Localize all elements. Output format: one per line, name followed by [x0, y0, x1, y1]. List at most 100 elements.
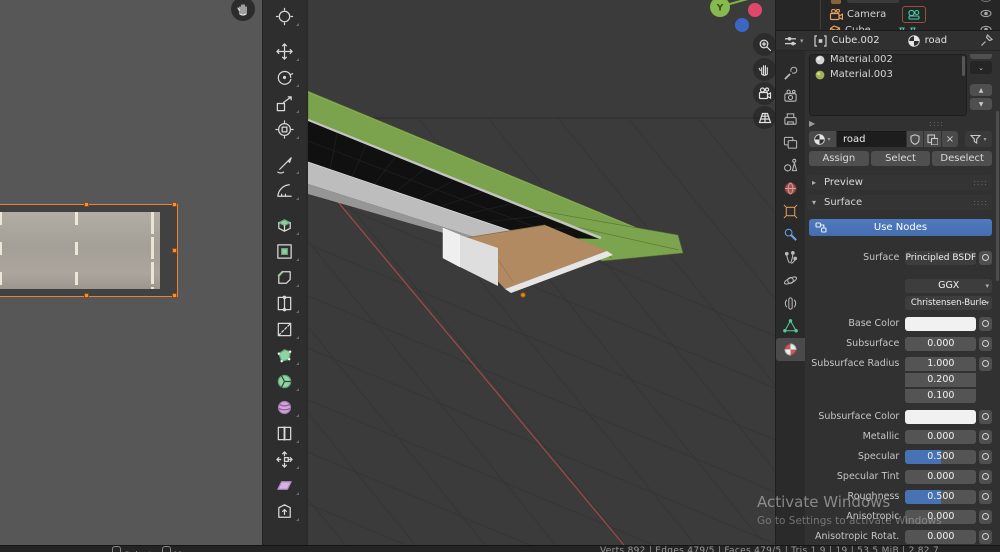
metallic-slider[interactable]: 0.000 — [905, 429, 977, 444]
tab-physics[interactable] — [776, 269, 805, 292]
tool-move-button[interactable] — [268, 39, 302, 64]
preview-panel-header[interactable]: ▸ Preview :::: — [807, 175, 992, 190]
tab-render[interactable] — [776, 85, 805, 108]
subsurface-slider[interactable]: 0.000 — [905, 336, 977, 351]
selection-handle[interactable] — [172, 248, 177, 253]
tool-loopcut-button[interactable] — [268, 291, 302, 316]
tab-output[interactable] — [776, 108, 805, 131]
deselect-button[interactable]: Deselect — [932, 151, 993, 166]
decorator-button[interactable] — [979, 509, 992, 524]
decorator-button[interactable] — [979, 336, 992, 351]
tab-scene[interactable] — [776, 154, 805, 177]
tool-extrude-button[interactable] — [268, 213, 302, 238]
unlink-x-button[interactable]: × — [942, 131, 958, 147]
tab-constraints[interactable] — [776, 292, 805, 315]
zoom-icon[interactable] — [753, 33, 775, 56]
tool-knife-button[interactable] — [268, 317, 302, 342]
specular-tint-slider[interactable]: 0.000 — [905, 469, 977, 484]
base-color-swatch[interactable] — [905, 316, 977, 331]
tool-rip-region-button[interactable] — [268, 499, 302, 524]
use-nodes-button[interactable]: Use Nodes — [809, 219, 992, 236]
selection-handle[interactable] — [172, 293, 177, 298]
remove-slot-button[interactable] — [970, 54, 992, 59]
decorator-button[interactable] — [979, 429, 992, 444]
material-slot[interactable]: Material.003 — [810, 67, 966, 82]
new-material-copy-icon[interactable] — [924, 131, 941, 147]
subsurface-radius-z[interactable]: 0.100 — [905, 388, 977, 403]
properties-scrollbar[interactable] — [996, 111, 999, 281]
outliner-item-label[interactable]: Camera — [847, 9, 886, 20]
shader-dropdown[interactable]: Principled BSDF — [905, 250, 977, 265]
selection-handle[interactable] — [172, 202, 177, 207]
distribution-dropdown[interactable]: GGX ▾ — [905, 278, 992, 293]
tool-annotate-button[interactable] — [268, 152, 302, 177]
specular-slider[interactable]: 0.500 — [905, 449, 977, 464]
tool-tweak-button[interactable] — [268, 4, 302, 29]
perspective-grid-icon[interactable] — [753, 106, 775, 129]
tool-scale-button[interactable] — [268, 91, 302, 116]
decorator-button[interactable] — [979, 529, 992, 544]
subsurface-method-dropdown[interactable]: Christensen-Burle ▾ — [905, 295, 992, 310]
anisotropic-rotation-slider[interactable]: 0.000 — [905, 529, 977, 544]
slot-list[interactable]: Material.002 Material.003 — [809, 54, 967, 116]
tool-shrink-fatten-button[interactable] — [268, 447, 302, 472]
outliner-row-clipped[interactable] — [776, 0, 1000, 7]
decorator-button[interactable] — [979, 250, 992, 265]
outliner[interactable]: Camera Cube — [776, 0, 1000, 30]
pan-hand-icon[interactable] — [231, 0, 255, 21]
decorator-button[interactable] — [979, 449, 992, 464]
slot-move-down-button[interactable]: ▼ — [970, 98, 992, 110]
image-editor-area[interactable] — [0, 0, 262, 545]
subsurface-radius-y[interactable]: 0.200 — [905, 372, 977, 387]
tab-tool[interactable] — [776, 62, 805, 85]
subsurface-color-swatch[interactable] — [905, 409, 977, 424]
tool-spin-button[interactable] — [268, 369, 302, 394]
pin-icon[interactable] — [980, 34, 993, 47]
tab-material[interactable] — [776, 338, 805, 361]
tool-shear-button[interactable] — [268, 473, 302, 498]
breadcrumb-object[interactable]: Cube.002 — [832, 35, 880, 46]
tool-transform-button[interactable] — [268, 117, 302, 142]
3d-viewport[interactable]: Y — [308, 0, 775, 545]
filter-funnel-button[interactable]: ▾ — [965, 131, 992, 147]
subsurface-radius-x[interactable]: 1.000 — [905, 356, 977, 371]
material-preview-button[interactable]: ▾ — [809, 131, 836, 147]
outliner-row-cube[interactable]: Cube — [776, 23, 1000, 30]
tab-object[interactable] — [776, 200, 805, 223]
decorator-button[interactable] — [979, 316, 992, 331]
tool-smooth-button[interactable] — [268, 395, 302, 420]
decorator-button[interactable] — [979, 356, 992, 371]
material-slot[interactable]: Material.002 — [810, 55, 966, 67]
tab-particles[interactable] — [776, 246, 805, 269]
decorator-button[interactable] — [979, 469, 992, 484]
tool-rotate-button[interactable] — [268, 65, 302, 90]
tool-bevel-button[interactable] — [268, 265, 302, 290]
surface-panel-header[interactable]: ▾ Surface :::: — [807, 195, 992, 210]
context-expander[interactable]: ▶ :::: — [809, 118, 992, 128]
tab-object-data[interactable] — [776, 315, 805, 338]
anisotropic-slider[interactable]: 0.000 — [905, 509, 977, 524]
decorator-button[interactable] — [979, 409, 992, 424]
road-texture-image[interactable] — [0, 202, 178, 298]
camera-view-icon[interactable] — [753, 82, 775, 105]
selection-handle[interactable] — [84, 293, 89, 298]
decorator-button[interactable] — [979, 489, 992, 504]
slot-move-up-button[interactable]: ▲ — [970, 84, 992, 96]
tool-measure-button[interactable] — [268, 178, 302, 203]
tab-modifiers[interactable] — [776, 223, 805, 246]
material-name-field[interactable]: road — [837, 131, 906, 147]
tab-world[interactable] — [776, 177, 805, 200]
pan-icon[interactable] — [753, 58, 775, 81]
selection-handle[interactable] — [84, 202, 89, 207]
tab-view-layer[interactable] — [776, 131, 805, 154]
eye-icon[interactable] — [980, 9, 992, 21]
tool-edgeslide-button[interactable] — [268, 421, 302, 446]
camera-data-icon[interactable] — [902, 6, 927, 23]
slot-list-scrollbar[interactable] — [962, 56, 965, 76]
editor-type-icon[interactable]: ▾ — [783, 35, 804, 47]
roughness-slider[interactable]: 0.500 — [905, 489, 977, 504]
select-button[interactable]: Select — [870, 151, 931, 166]
tool-polybuild-button[interactable] — [268, 343, 302, 368]
slot-specials-button[interactable]: ⌄ — [970, 61, 992, 74]
assign-button[interactable]: Assign — [809, 151, 869, 166]
